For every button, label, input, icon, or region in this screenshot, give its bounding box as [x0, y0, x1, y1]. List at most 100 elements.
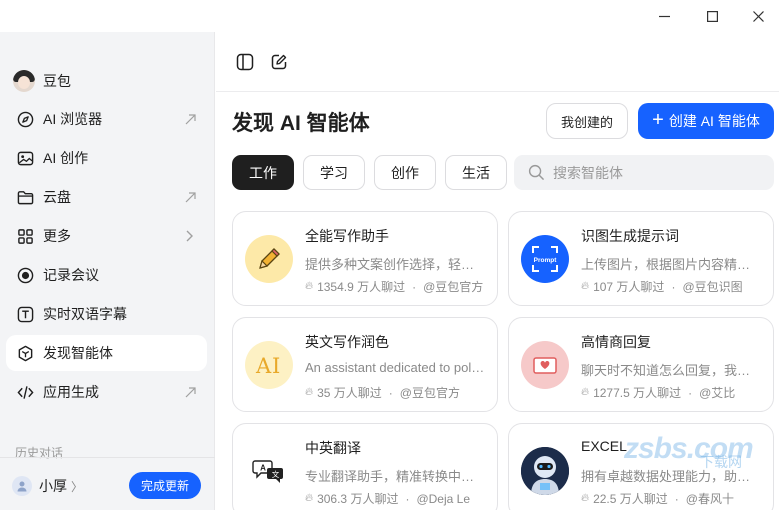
sidebar: 豆包 AI 浏览器 AI 创作 云盘 更多 记录会议 实时双语字幕 发现智能体 … — [0, 32, 215, 510]
folder-icon — [16, 188, 34, 206]
translate-icon: A文 — [245, 447, 293, 495]
plus-icon: + — [652, 109, 664, 131]
separator: · — [671, 279, 676, 294]
sidebar-item-label: AI 浏览器 — [43, 111, 103, 127]
card-author: @豆包官方 — [423, 280, 484, 294]
chat-count: 1277.5 万人聊过 — [593, 386, 682, 400]
separator: · — [405, 491, 410, 506]
agent-card[interactable]: AI 英文写作润色 An assistant dedicated to poli… — [232, 317, 498, 412]
card-author: @Deja Le — [416, 491, 470, 506]
separator: · — [388, 385, 393, 400]
chat-count: 22.5 万人聊过 — [593, 492, 668, 506]
search-icon — [528, 164, 544, 180]
fire-icon: 🔥︎ — [305, 386, 314, 398]
page-title: 发现 AI 智能体 — [232, 112, 370, 135]
minimize-icon — [658, 15, 670, 17]
chevron-right-icon: 〉 — [71, 479, 84, 494]
card-description: 上传图片，根据图片内容精准生成提示词 — [581, 257, 761, 272]
sidebar-item-ai-browser[interactable]: AI 浏览器 — [6, 101, 207, 137]
agent-card[interactable]: 全能写作助手 提供多种文案创作选择，轻松搞定各类写作 🔥︎ 1354.9 万人聊… — [232, 211, 498, 306]
robot-avatar-icon — [521, 447, 569, 495]
card-author: @豆包官方 — [399, 386, 460, 400]
card-title: 识图生成提示词 — [581, 228, 679, 244]
sidebar-item-cloud-drive[interactable]: 云盘 — [6, 179, 207, 215]
svg-text:I: I — [272, 354, 280, 378]
cube-icon — [16, 344, 34, 362]
grid-icon — [16, 227, 34, 245]
card-description: An assistant dedicated to polishing Engl… — [305, 360, 485, 375]
maximize-button[interactable] — [689, 0, 735, 32]
sidebar-nav: AI 浏览器 AI 创作 云盘 更多 记录会议 实时双语字幕 发现智能体 应用生… — [6, 101, 207, 413]
chevron-right-icon — [183, 229, 197, 243]
account-menu[interactable]: 小厚 〉 — [12, 476, 83, 496]
fire-icon: 🔥︎ — [581, 492, 590, 504]
tab-create[interactable]: 创作 — [374, 155, 436, 190]
sidebar-item-discover-agents[interactable]: 发现智能体 — [6, 335, 207, 371]
separator: · — [674, 491, 679, 506]
agent-card[interactable]: A文 中英翻译 专业翻译助手，精准转换中英文内容 🔥︎ 306.3 万人聊过 ·… — [232, 423, 498, 510]
create-agent-button[interactable]: + 创建 AI 智能体 — [638, 103, 774, 139]
agent-card[interactable]: 高情商回复 聊天时不知道怎么回复，我来帮你 🔥︎ 1277.5 万人聊过 · @… — [508, 317, 774, 412]
external-link-icon — [183, 112, 197, 126]
svg-text:Prompt: Prompt — [534, 257, 558, 264]
card-title: 中英翻译 — [305, 440, 361, 456]
sidebar-item-ai-create[interactable]: AI 创作 — [6, 140, 207, 176]
sidebar-item-label: AI 创作 — [43, 150, 89, 166]
close-button[interactable] — [735, 0, 779, 32]
card-author: @艾比 — [699, 386, 736, 400]
card-author: @春风十 — [685, 492, 734, 506]
maximize-icon — [706, 10, 718, 22]
toggle-sidebar-button[interactable] — [235, 52, 255, 72]
external-link-icon — [183, 190, 197, 204]
sidebar-profile[interactable]: 豆包 — [13, 70, 71, 92]
sidebar-item-record-meeting[interactable]: 记录会议 — [6, 257, 207, 293]
card-title: 全能写作助手 — [305, 228, 389, 244]
watermark-subtext: 下载网 — [700, 454, 742, 470]
sidebar-item-label: 更多 — [43, 228, 71, 244]
fire-icon: 🔥︎ — [305, 492, 314, 504]
external-link-icon — [183, 385, 197, 399]
card-description: 提供多种文案创作选择，轻松搞定各类写作 — [305, 257, 485, 272]
sidebar-item-label: 实时双语字幕 — [43, 306, 127, 322]
sidebar-item-more[interactable]: 更多 — [6, 218, 207, 254]
search-box[interactable] — [514, 155, 774, 190]
card-description: 专业翻译助手，精准转换中英文内容 — [305, 469, 485, 484]
profile-name: 豆包 — [43, 73, 71, 89]
prompt-scan-icon: Prompt — [521, 235, 569, 283]
tab-life[interactable]: 生活 — [445, 155, 507, 190]
code-icon — [16, 383, 34, 401]
my-created-button[interactable]: 我创建的 — [546, 103, 628, 139]
sidebar-item-app-generate[interactable]: 应用生成 — [6, 374, 207, 410]
sidebar-item-label: 应用生成 — [43, 384, 99, 400]
card-meta: 🔥︎ 107 万人聊过 · @豆包识图 — [581, 278, 767, 295]
chat-count: 1354.9 万人聊过 — [317, 280, 406, 294]
account-name: 小厚 — [39, 478, 67, 494]
ai-text-icon: AI — [245, 341, 293, 389]
heart-mail-icon — [521, 341, 569, 389]
sidebar-footer: 小厚 〉 完成更新 — [0, 457, 215, 510]
avatar — [13, 70, 35, 92]
chat-count: 306.3 万人聊过 — [317, 492, 399, 506]
record-icon — [16, 266, 34, 284]
create-agent-label: 创建 AI 智能体 — [668, 113, 760, 129]
card-meta: 🔥︎ 35 万人聊过 · @豆包官方 — [305, 384, 491, 401]
sidebar-item-label: 云盘 — [43, 189, 71, 205]
search-input[interactable] — [553, 164, 753, 181]
card-meta: 🔥︎ 1354.9 万人聊过 · @豆包官方 — [305, 278, 491, 295]
sidebar-item-live-subtitles[interactable]: 实时双语字幕 — [6, 296, 207, 332]
agent-card[interactable]: Prompt 识图生成提示词 上传图片，根据图片内容精准生成提示词 🔥︎ 107… — [508, 211, 774, 306]
image-icon — [16, 149, 34, 167]
card-title: EXCEL — [581, 438, 627, 454]
card-meta: 🔥︎ 306.3 万人聊过 · @Deja Le — [305, 490, 491, 507]
tab-work[interactable]: 工作 — [232, 155, 294, 190]
tab-study[interactable]: 学习 — [303, 155, 365, 190]
svg-text:A: A — [255, 354, 272, 378]
card-meta: 🔥︎ 1277.5 万人聊过 · @艾比 — [581, 384, 767, 401]
user-avatar-icon — [12, 476, 32, 496]
edit-icon — [271, 54, 287, 70]
separator: · — [688, 385, 693, 400]
complete-update-button[interactable]: 完成更新 — [129, 472, 201, 499]
card-description: 聊天时不知道怎么回复，我来帮你 — [581, 363, 761, 378]
new-chat-button[interactable] — [269, 52, 289, 72]
minimize-button[interactable] — [641, 0, 687, 32]
